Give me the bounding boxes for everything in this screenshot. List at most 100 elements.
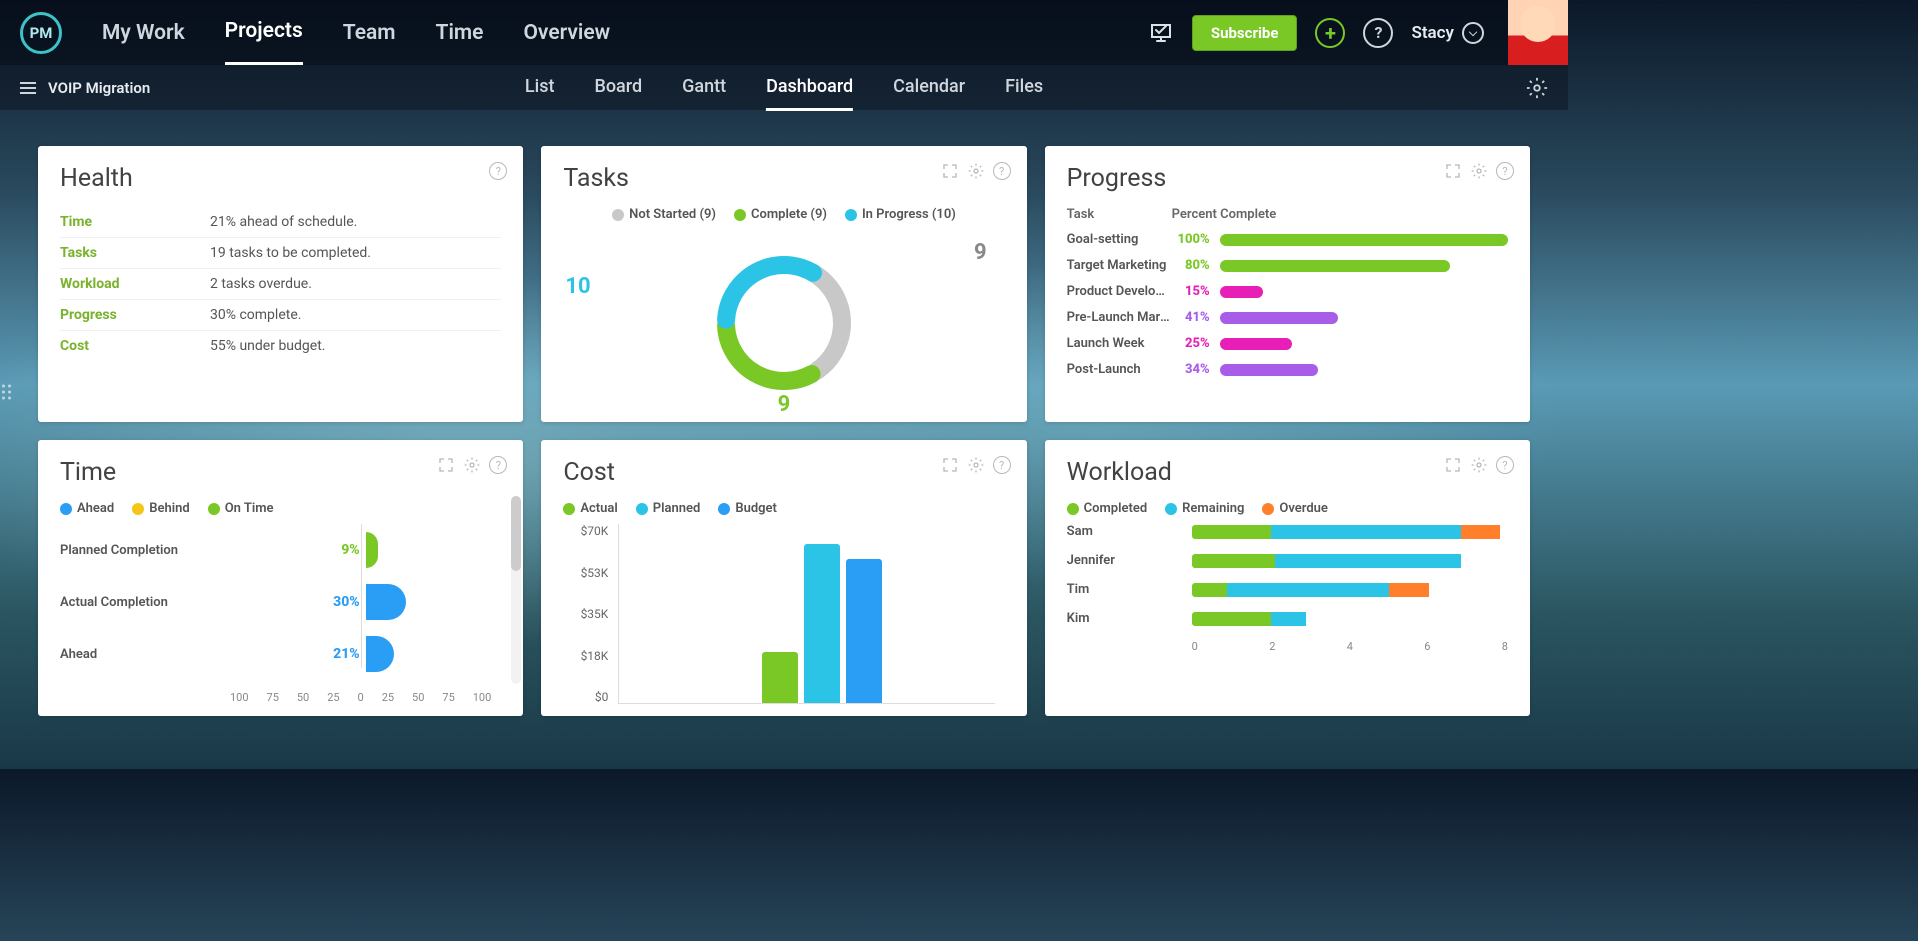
time-legend: AheadBehindOn Time xyxy=(60,501,501,516)
help-icon[interactable]: ? xyxy=(993,456,1011,474)
subscribe-button[interactable]: Subscribe xyxy=(1192,15,1298,51)
settings-icon[interactable] xyxy=(1526,77,1548,99)
tasks-donut: 9 9 10 xyxy=(563,230,1004,415)
view-tab-gantt[interactable]: Gantt xyxy=(682,65,726,111)
legend-item: Planned xyxy=(636,501,701,516)
workload-bar xyxy=(1192,554,1508,568)
gear-icon[interactable] xyxy=(967,456,985,474)
axis-tick: 75 xyxy=(267,691,279,704)
workload-legend: CompletedRemainingOverdue xyxy=(1067,501,1508,516)
view-tab-files[interactable]: Files xyxy=(1005,65,1043,111)
progress-task-name: Launch Week xyxy=(1067,336,1172,351)
card-title: Time xyxy=(60,458,501,487)
help-button[interactable]: ? xyxy=(1363,18,1393,48)
view-tab-list[interactable]: List xyxy=(525,65,555,111)
workload-name: Kim xyxy=(1067,611,1192,626)
health-value: 55% under budget. xyxy=(210,338,325,354)
workload-bar xyxy=(1192,525,1508,539)
legend-item: Remaining xyxy=(1165,501,1244,516)
legend-item: Complete (9) xyxy=(734,207,827,222)
progress-header: TaskPercent Complete xyxy=(1067,207,1508,222)
gear-icon[interactable] xyxy=(1470,456,1488,474)
health-row: Time21% ahead of schedule. xyxy=(60,207,501,238)
nav-item-projects[interactable]: Projects xyxy=(225,0,303,65)
gear-icon[interactable] xyxy=(967,162,985,180)
avatar[interactable] xyxy=(1508,0,1568,65)
card-workload: ? Workload CompletedRemainingOverdue Sam… xyxy=(1045,440,1530,716)
workload-segment xyxy=(1389,583,1429,597)
workload-row: Kim xyxy=(1067,611,1508,626)
expand-icon[interactable] xyxy=(1444,162,1462,180)
nav-item-overview[interactable]: Overview xyxy=(523,2,610,64)
progress-bar xyxy=(1220,286,1508,298)
nav-item-my-work[interactable]: My Work xyxy=(102,2,185,64)
add-button[interactable]: + xyxy=(1315,18,1345,48)
chevron-down-icon: ⌵ xyxy=(1462,22,1484,44)
view-tabs: List Board Gantt Dashboard Calendar Files xyxy=(525,65,1043,111)
workload-bar xyxy=(1192,612,1508,626)
help-icon[interactable]: ? xyxy=(993,162,1011,180)
expand-icon[interactable] xyxy=(941,162,959,180)
progress-row: Pre-Launch Mark…41% xyxy=(1067,310,1508,325)
workload-segment xyxy=(1275,554,1461,568)
progress-task-name: Target Marketing xyxy=(1067,258,1172,273)
nav-item-time[interactable]: Time xyxy=(436,2,484,64)
progress-pct: 34% xyxy=(1172,362,1220,377)
axis-tick: $35K xyxy=(563,607,608,621)
health-label: Cost xyxy=(60,338,210,354)
user-menu[interactable]: Stacy ⌵ xyxy=(1411,22,1484,44)
donut-value-complete: 9 xyxy=(778,392,791,417)
help-icon[interactable]: ? xyxy=(489,456,507,474)
user-name-label: Stacy xyxy=(1411,23,1454,43)
view-tab-dashboard[interactable]: Dashboard xyxy=(766,65,853,111)
cost-bar xyxy=(762,652,798,703)
gear-icon[interactable] xyxy=(463,456,481,474)
donut-value-inprogress: 10 xyxy=(565,274,590,299)
axis-tick: $0 xyxy=(563,690,608,704)
workload-segment xyxy=(1271,612,1307,626)
workload-row: Tim xyxy=(1067,582,1508,597)
workload-segment xyxy=(1192,583,1228,597)
progress-pct: 15% xyxy=(1172,284,1220,299)
legend-item: On Time xyxy=(208,501,274,516)
help-icon[interactable]: ? xyxy=(1496,162,1514,180)
expand-icon[interactable] xyxy=(1444,456,1462,474)
health-row: Progress30% complete. xyxy=(60,300,501,331)
expand-icon[interactable] xyxy=(941,456,959,474)
progress-task-name: Post-Launch xyxy=(1067,362,1172,377)
health-row: Workload2 tasks overdue. xyxy=(60,269,501,300)
view-tab-calendar[interactable]: Calendar xyxy=(893,65,965,111)
axis-tick: 75 xyxy=(442,691,454,704)
app-logo[interactable]: PM xyxy=(20,12,62,54)
time-label: Planned Completion xyxy=(60,543,230,558)
scrollbar[interactable] xyxy=(511,496,521,684)
progress-row: Product Develop…15% xyxy=(1067,284,1508,299)
axis-tick: 6 xyxy=(1424,640,1430,653)
progress-pct: 80% xyxy=(1172,258,1220,273)
progress-bar xyxy=(1220,260,1508,272)
time-chart: Planned Completion9%Actual Completion30%… xyxy=(60,524,501,704)
nav-item-team[interactable]: Team xyxy=(343,2,396,64)
legend-item: Budget xyxy=(718,501,777,516)
time-label: Actual Completion xyxy=(60,595,230,610)
gear-icon[interactable] xyxy=(1470,162,1488,180)
axis-tick: $70K xyxy=(563,524,608,538)
view-tab-board[interactable]: Board xyxy=(594,65,642,111)
card-cost: ? Cost ActualPlannedBudget $70K$53K$35K$… xyxy=(541,440,1026,716)
card-tasks: ? Tasks Not Started (9)Complete (9)In Pr… xyxy=(541,146,1026,422)
axis-tick: 4 xyxy=(1347,640,1353,653)
help-icon[interactable]: ? xyxy=(489,162,507,180)
expand-icon[interactable] xyxy=(437,456,455,474)
help-icon[interactable]: ? xyxy=(1496,456,1514,474)
workload-segment xyxy=(1227,583,1389,597)
health-value: 21% ahead of schedule. xyxy=(210,214,357,230)
donut-value-notstarted: 9 xyxy=(974,240,987,265)
presentation-icon[interactable] xyxy=(1148,20,1174,46)
menu-icon[interactable] xyxy=(20,82,36,94)
workload-name: Jennifer xyxy=(1067,553,1192,568)
workload-segment xyxy=(1192,612,1271,626)
progress-bar xyxy=(1220,312,1508,324)
cost-legend: ActualPlannedBudget xyxy=(563,501,1004,516)
axis-tick: 100 xyxy=(473,691,492,704)
workload-segment xyxy=(1271,525,1461,539)
